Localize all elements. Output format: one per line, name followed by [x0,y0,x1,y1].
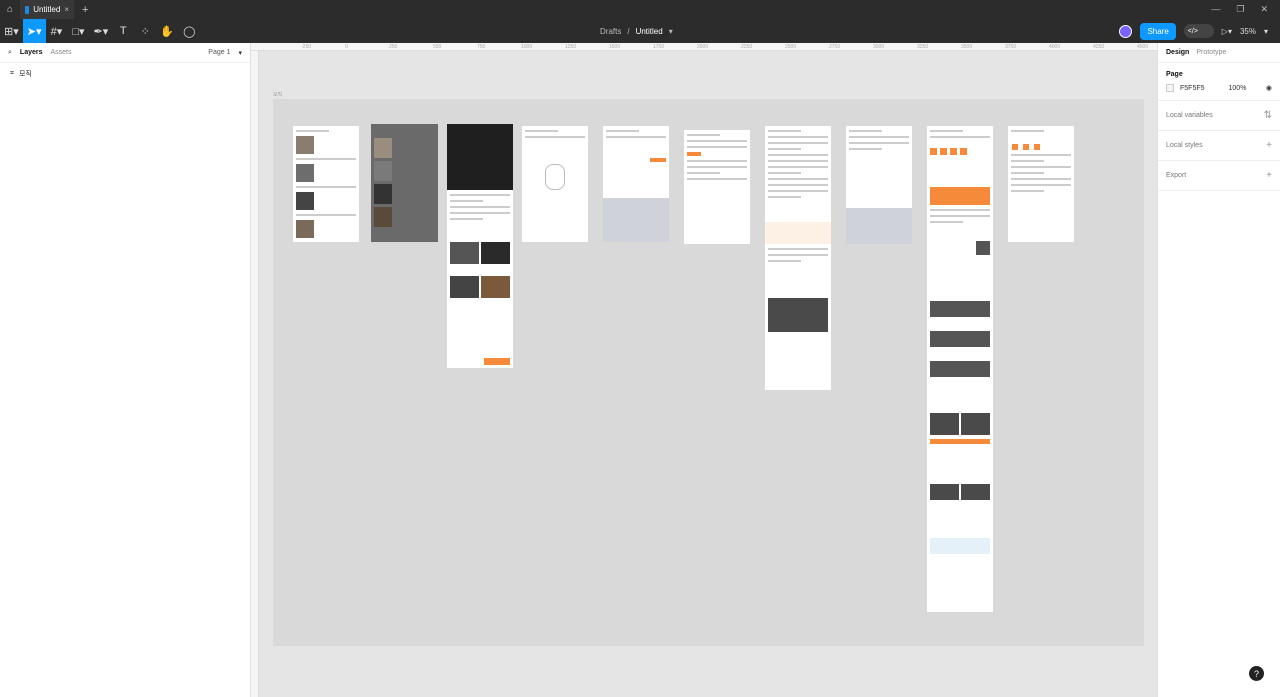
tab-design[interactable]: Design [1166,49,1189,56]
ruler-mark: 750 [477,44,486,50]
hand-tool-icon[interactable]: ✋ [156,19,178,43]
ruler-mark: 2500 [785,44,797,50]
local-variables-row[interactable]: Local variables ⇅ [1158,101,1280,131]
ruler-mark: 2250 [741,44,753,50]
variables-icon[interactable]: ⇅ [1264,110,1272,121]
dev-mode-toggle[interactable]: </> [1183,24,1214,38]
section-label[interactable]: 모직 [273,91,282,98]
screen-frame[interactable] [684,130,750,244]
export-label: Export [1166,172,1187,179]
figma-file-icon [25,5,30,14]
page-color-swatch[interactable] [1166,84,1174,92]
ruler-mark: 1000 [521,44,533,50]
new-tab-button[interactable]: + [74,4,96,16]
ruler-mark: 1750 [653,44,665,50]
comment-tool-icon[interactable]: ◯ [178,19,200,43]
avatar[interactable] [1119,24,1133,38]
ruler-mark: 1250 [565,44,577,50]
screen-frame[interactable] [927,126,993,612]
window-tab-bar: ⌂ Untitled × + — ❐ ✕ [0,0,1280,19]
breadcrumb-separator: / [627,26,630,36]
page-opacity-value[interactable]: 100% [1229,85,1247,92]
ruler-mark: 500 [433,44,442,50]
file-tab[interactable]: Untitled × [20,0,74,19]
ruler-mark: -250 [301,44,312,50]
local-styles-label: Local styles [1166,142,1203,149]
add-icon[interactable]: + [1266,170,1272,181]
eye-icon[interactable]: ◉ [1266,84,1272,92]
local-variables-label: Local variables [1166,112,1213,119]
design-panel: Design Prototype Page F5F5F5 100% ◉ Loca… [1157,43,1280,697]
search-icon[interactable]: ⌕ [8,49,12,57]
screen-frame[interactable] [293,126,359,242]
ruler-mark: 3000 [873,44,885,50]
window-controls: — ❐ ✕ [1211,4,1280,15]
file-tab-title: Untitled [33,5,61,14]
ruler-mark: 3750 [1005,44,1017,50]
chevron-down-icon[interactable]: ▾ [669,27,673,36]
left-ruler [251,51,259,697]
frame-tool-icon[interactable]: #▾ [46,19,68,43]
ruler-mark: 4250 [1093,44,1105,50]
present-icon[interactable]: ▷▾ [1222,27,1232,36]
resources-icon[interactable]: ⁘ [134,19,156,43]
pen-tool-icon[interactable]: ✒▾ [90,19,113,43]
ruler-mark: 0 [345,44,348,50]
close-tab-icon[interactable]: × [64,5,69,14]
layer-item[interactable]: ⌗ 모직 [0,63,250,85]
screen-frame[interactable] [603,126,669,242]
ruler-mark: 3250 [917,44,929,50]
ruler-mark: 4500 [1137,44,1149,50]
text-tool-icon[interactable]: T [112,19,134,43]
page-section: Page F5F5F5 100% ◉ [1158,63,1280,101]
ruler-mark: 2000 [697,44,709,50]
breadcrumb-drafts[interactable]: Drafts [600,27,621,36]
layer-name: 모직 [18,71,32,78]
add-icon[interactable]: + [1266,140,1272,151]
maximize-icon[interactable]: ❐ [1236,4,1244,15]
tab-assets[interactable]: Assets [51,49,72,56]
home-icon[interactable]: ⌂ [0,0,20,19]
right-panel-header: Design Prototype [1158,43,1280,63]
page-selector[interactable]: Page 1 [208,49,230,56]
help-button[interactable]: ? [1249,666,1264,681]
ruler-mark: 4000 [1049,44,1061,50]
file-name[interactable]: Untitled [636,27,663,36]
main-menu-icon[interactable]: ⊞▾ [0,19,23,43]
top-ruler: -250 0 250 500 750 1000 1250 1500 1750 2000 2250 25… [251,43,1157,51]
screen-frame[interactable] [765,126,831,390]
main-toolbar: ⊞▾ ➤▾ #▾ □▾ ✒▾ T ⁘ ✋ ◯ Drafts / Untitled… [0,19,1280,43]
layers-panel: ⌕ Layers Assets Page 1 ▾ ⌗ 모직 [0,43,251,697]
close-window-icon[interactable]: ✕ [1260,4,1268,15]
tab-layers[interactable]: Layers [20,49,43,56]
section-frame[interactable] [273,99,1144,646]
page-section-title: Page [1166,71,1183,78]
tab-prototype[interactable]: Prototype [1196,49,1226,56]
left-panel-header: ⌕ Layers Assets Page 1 ▾ [0,43,250,63]
screen-frame[interactable] [371,124,438,242]
ruler-mark: 2750 [829,44,841,50]
screen-frame[interactable] [1008,126,1074,242]
ruler-mark: 3500 [961,44,973,50]
breadcrumb: Drafts / Untitled ▾ [600,19,673,43]
chevron-down-icon[interactable]: ▾ [238,49,242,57]
screen-frame[interactable] [522,126,588,242]
ruler-mark: 1500 [609,44,621,50]
chevron-down-icon[interactable]: ▾ [1264,27,1268,36]
screen-frame[interactable] [447,124,513,368]
ruler-mark: 250 [389,44,398,50]
screen-frame[interactable] [846,126,912,244]
move-tool-icon[interactable]: ➤▾ [22,19,46,43]
minimize-icon[interactable]: — [1211,4,1220,15]
export-row[interactable]: Export + [1158,161,1280,191]
toolbar-right: Share </> ▷▾ 35% ▾ [1119,19,1268,43]
zoom-level[interactable]: 35% [1240,27,1256,36]
local-styles-row[interactable]: Local styles + [1158,131,1280,161]
section-icon: ⌗ [10,70,14,77]
shape-tool-icon[interactable]: □▾ [68,19,90,43]
share-button[interactable]: Share [1140,22,1176,40]
page-color-value[interactable]: F5F5F5 [1180,85,1205,92]
